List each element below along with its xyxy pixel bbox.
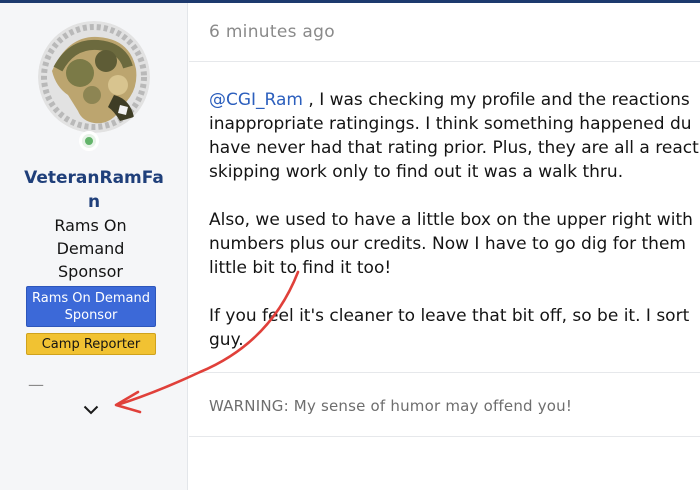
user-banner-sponsor: Rams On Demand Sponsor [26,286,156,327]
post-text-line: guy. [209,330,244,350]
ram-logo-icon [38,21,150,133]
user-signature: WARNING: My sense of humor may offend yo… [209,397,573,415]
post-text-line: inappropriate ratingings. I think someth… [209,114,692,134]
post-paragraph: @CGI_Ram , I was checking my profile and… [209,88,699,184]
signature-bottom-divider [189,436,700,437]
post-text-line: little bit to find it too! [209,258,392,278]
sidebar-separator: — [28,375,44,394]
expand-user-info-button[interactable] [78,397,104,423]
user-sidebar: VeteranRamFan Rams On Demand Sponsor Ram… [0,3,188,490]
post-text-line: skipping work only to find out it was a … [209,162,624,182]
post-text-line: , I was checking my profile and the reac… [302,90,690,110]
post-text-line: If you feel it's cleaner to leave that b… [209,306,690,326]
post-message-body: @CGI_Ram , I was checking my profile and… [209,88,699,376]
post-paragraph: Also, we used to have a little box on th… [209,208,699,280]
user-mention-link[interactable]: @CGI_Ram [209,90,303,110]
signature-divider [189,372,700,373]
avatar[interactable] [38,21,150,133]
online-status-indicator [79,131,99,151]
post-timestamp[interactable]: 6 minutes ago [209,22,335,42]
username-link[interactable]: VeteranRamFan [0,166,188,214]
user-banner-camp-reporter: Camp Reporter [26,333,156,355]
post-header-divider [189,61,700,62]
post-text-line: Also, we used to have a little box on th… [209,210,693,230]
user-title: Rams On Demand Sponsor [54,216,127,281]
chevron-down-icon [83,405,99,415]
post-text-line: have never had that rating prior. Plus, … [209,138,699,158]
post-text-line: numbers plus our credits. Now I have to … [209,234,686,254]
post-paragraph: If you feel it's cleaner to leave that b… [209,304,699,352]
